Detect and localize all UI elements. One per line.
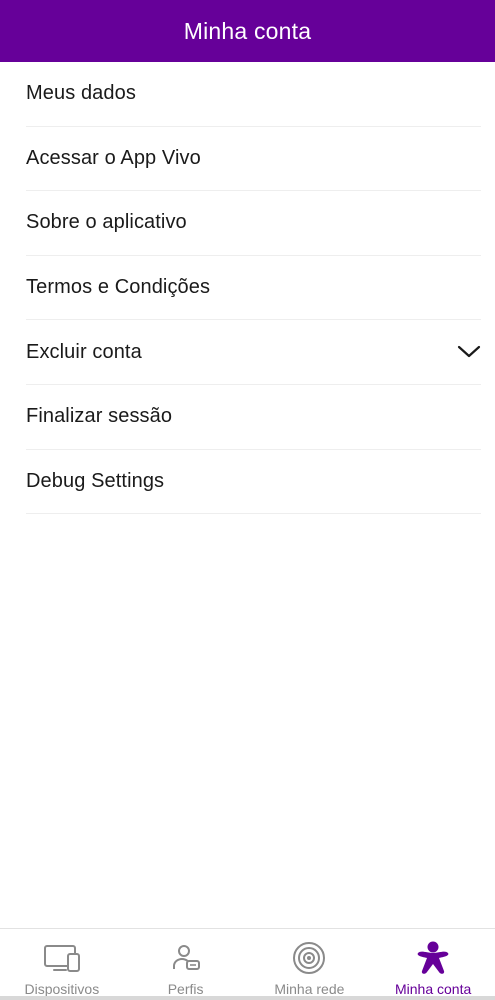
menu-item-label: Excluir conta — [26, 340, 142, 363]
menu-item-termos-condicoes[interactable]: Termos e Condições — [26, 256, 481, 321]
tab-label: Dispositivos — [24, 981, 100, 997]
app-header: Minha conta — [0, 0, 495, 62]
menu-item-label: Finalizar sessão — [26, 405, 173, 428]
menu-item-excluir-conta[interactable]: Excluir conta — [26, 320, 481, 385]
menu-item-label: Acessar o App Vivo — [26, 146, 201, 169]
profiles-icon — [166, 941, 206, 975]
menu-item-meus-dados[interactable]: Meus dados — [26, 62, 481, 127]
tab-dispositivos[interactable]: Dispositivos — [0, 929, 124, 1000]
bottom-tab-bar: Dispositivos Perfis Minha rede Minha con… — [0, 928, 495, 1000]
menu-item-finalizar-sessao[interactable]: Finalizar sessão — [26, 385, 481, 450]
account-menu: Meus dados Acessar o App Vivo Sobre o ap… — [0, 62, 495, 515]
tab-minha-rede[interactable]: Minha rede — [248, 929, 372, 1000]
vivo-account-icon — [413, 941, 453, 975]
chevron-down-icon[interactable] — [457, 344, 481, 360]
devices-icon — [42, 941, 82, 975]
network-icon — [289, 941, 329, 975]
bottom-divider — [0, 996, 495, 1000]
menu-item-acessar-app-vivo[interactable]: Acessar o App Vivo — [26, 127, 481, 192]
tab-label: Perfis — [167, 981, 204, 997]
tab-perfis[interactable]: Perfis — [124, 929, 248, 1000]
page-title: Minha conta — [183, 17, 312, 44]
tab-label: Minha conta — [394, 981, 472, 997]
menu-item-label: Termos e Condições — [26, 276, 211, 299]
menu-item-debug-settings[interactable]: Debug Settings — [26, 450, 481, 515]
menu-item-label: Debug Settings — [26, 469, 165, 492]
menu-item-sobre-aplicativo[interactable]: Sobre o aplicativo — [26, 191, 481, 256]
tab-label: Minha rede — [274, 981, 345, 997]
menu-item-label: Sobre o aplicativo — [26, 211, 187, 234]
tab-minha-conta[interactable]: Minha conta — [371, 929, 495, 1000]
menu-item-label: Meus dados — [26, 82, 136, 105]
